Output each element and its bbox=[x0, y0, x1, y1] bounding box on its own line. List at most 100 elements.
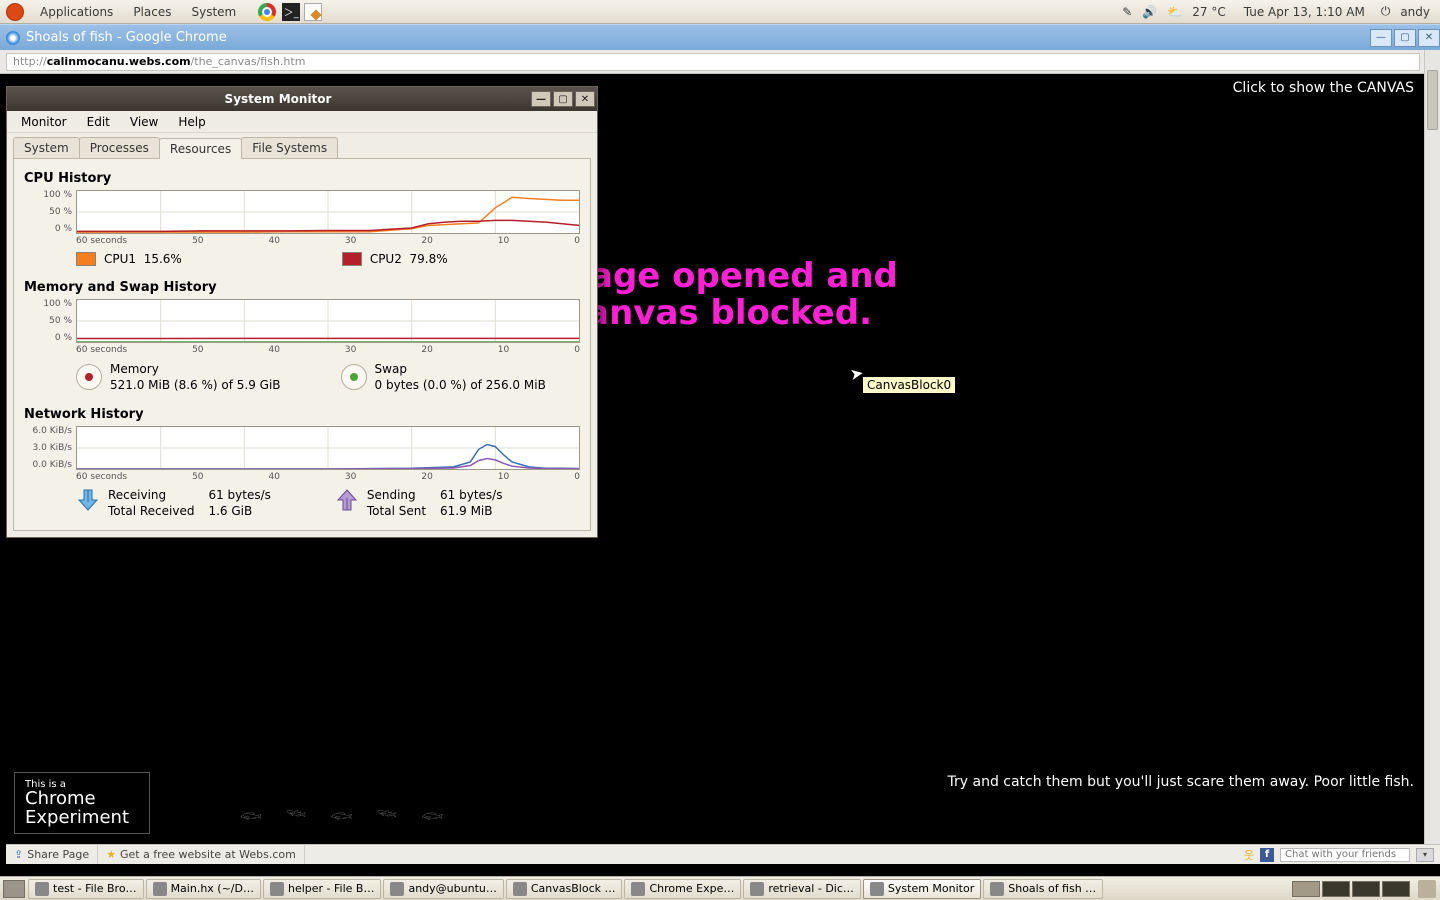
system-monitor-window: System Monitor — ▢ ✕ Monitor Edit View H… bbox=[6, 86, 598, 538]
chat-dropdown-button[interactable]: ▾ bbox=[1416, 848, 1434, 862]
menu-monitor[interactable]: Monitor bbox=[13, 113, 75, 131]
cpu2-swatch bbox=[342, 252, 362, 266]
app-icon bbox=[631, 882, 645, 896]
scrollbar-thumb[interactable] bbox=[1427, 70, 1438, 130]
temperature-label: 27 °C bbox=[1190, 5, 1227, 19]
star-icon: ★ bbox=[106, 848, 116, 861]
ubuntu-logo-icon[interactable] bbox=[6, 3, 24, 21]
gedit-launcher-icon[interactable] bbox=[304, 3, 322, 21]
chrome-experiment-badge[interactable]: This is a Chrome Experiment bbox=[14, 772, 150, 834]
sysmon-menubar: Monitor Edit View Help bbox=[7, 111, 597, 133]
tab-resources[interactable]: Resources bbox=[159, 138, 242, 159]
sysmon-titlebar[interactable]: System Monitor — ▢ ✕ bbox=[7, 87, 597, 111]
user-menu[interactable]: andy bbox=[1398, 5, 1432, 19]
sysmon-tabs: System Processes Resources File Systems bbox=[7, 133, 597, 158]
taskbar-item[interactable]: helper - File B… bbox=[263, 879, 381, 899]
notification-icon[interactable]: ✎ bbox=[1120, 5, 1134, 19]
cpu-history-chart bbox=[76, 190, 580, 234]
window-close-button[interactable]: ✕ bbox=[1418, 29, 1440, 47]
cpu1-label: CPU1 15.6% bbox=[104, 252, 182, 266]
recv-label: Receiving bbox=[108, 488, 208, 504]
app-icon bbox=[750, 882, 764, 896]
tab-filesystems[interactable]: File Systems bbox=[241, 137, 338, 158]
taskbar-item-label: andy@ubuntu… bbox=[408, 882, 496, 895]
workspace-switcher[interactable] bbox=[1292, 881, 1414, 897]
taskbar-item[interactable]: CanvasBlock … bbox=[506, 879, 623, 899]
taskbar-item-label: Main.hx (~/D… bbox=[171, 882, 254, 895]
tab-processes[interactable]: Processes bbox=[79, 137, 160, 158]
upload-arrow-icon bbox=[335, 488, 359, 512]
taskbar-item[interactable]: Shoals of fish … bbox=[983, 879, 1103, 899]
taskbar-item-label: helper - File B… bbox=[288, 882, 374, 895]
trash-icon[interactable] bbox=[1418, 880, 1436, 898]
chrome-window-title: Shoals of fish - Google Chrome bbox=[26, 30, 227, 45]
chat-input[interactable] bbox=[1280, 848, 1410, 862]
taskbar-item[interactable]: Chrome Expe… bbox=[624, 879, 741, 899]
cpu2-label: CPU2 79.8% bbox=[370, 252, 448, 266]
taskbar-item[interactable]: System Monitor bbox=[863, 879, 981, 899]
mem-history-chart bbox=[76, 299, 580, 343]
send-label: Sending bbox=[367, 488, 440, 504]
taskbar-item-label: CanvasBlock … bbox=[531, 882, 616, 895]
volume-icon[interactable]: 🔊 bbox=[1140, 5, 1159, 19]
send-total: 61.9 MiB bbox=[440, 504, 516, 520]
taskbar-item[interactable]: Main.hx (~/D… bbox=[146, 879, 261, 899]
menu-system[interactable]: System bbox=[181, 5, 246, 19]
menu-places[interactable]: Places bbox=[123, 5, 181, 19]
share-page-button[interactable]: ⇪Share Page bbox=[6, 845, 98, 864]
tab-system[interactable]: System bbox=[13, 137, 80, 158]
window-maximize-button[interactable]: ▢ bbox=[1394, 29, 1416, 47]
app-icon bbox=[390, 882, 404, 896]
workspace-3[interactable] bbox=[1352, 881, 1380, 897]
menu-help[interactable]: Help bbox=[170, 113, 213, 131]
badge-line2: Experiment bbox=[25, 809, 139, 828]
app-icon bbox=[270, 882, 284, 896]
workspace-4[interactable] bbox=[1382, 881, 1410, 897]
net-x-axis: 60 seconds50403020100 bbox=[76, 472, 580, 482]
taskbar-item-label: System Monitor bbox=[888, 882, 974, 895]
url-path: /the_canvas/fish.htm bbox=[191, 55, 306, 68]
chat-widget[interactable]: 웃 f ▾ bbox=[1244, 847, 1434, 863]
app-icon bbox=[513, 882, 527, 896]
clock-label[interactable]: Tue Apr 13, 1:10 AM bbox=[1242, 5, 1367, 19]
weather-icon[interactable]: ⛅ bbox=[1165, 5, 1184, 19]
get-website-link[interactable]: ★Get a free website at Webs.com bbox=[98, 845, 305, 864]
page-scrollbar[interactable] bbox=[1424, 50, 1440, 864]
taskbar-item[interactable]: retrieval - Dic… bbox=[743, 879, 861, 899]
show-canvas-link[interactable]: Click to show the CANVAS bbox=[1233, 80, 1414, 96]
canvasblock-tooltip: CanvasBlock0 bbox=[862, 376, 956, 394]
menu-applications[interactable]: Applications bbox=[30, 5, 123, 19]
terminal-launcher-icon[interactable]: ＞_ bbox=[282, 3, 300, 21]
address-bar[interactable]: http://calinmocanu.webs.com/the_canvas/f… bbox=[6, 53, 1420, 71]
mem-history-title: Memory and Swap History bbox=[24, 280, 580, 295]
net-y-axis: 6.0 KiB/s3.0 KiB/s0.0 KiB/s bbox=[24, 426, 76, 470]
sysmon-maximize-button[interactable]: ▢ bbox=[553, 91, 573, 107]
chrome-launcher-icon[interactable] bbox=[258, 3, 276, 21]
taskbar-item[interactable]: andy@ubuntu… bbox=[383, 879, 503, 899]
window-minimize-button[interactable]: — bbox=[1370, 29, 1392, 47]
app-icon bbox=[990, 882, 1004, 896]
taskbar-item-label: Shoals of fish … bbox=[1008, 882, 1096, 895]
url-host: calinmocanu.webs.com bbox=[47, 55, 191, 68]
show-desktop-button[interactable] bbox=[3, 880, 25, 898]
sysmon-close-button[interactable]: ✕ bbox=[575, 91, 595, 107]
net-history-title: Network History bbox=[24, 407, 580, 422]
recv-rate: 61 bytes/s bbox=[208, 488, 284, 504]
gnome-top-panel: Applications Places System ＞_ ✎ 🔊 ⛅ 27 °… bbox=[0, 0, 1440, 24]
sysmon-minimize-button[interactable]: — bbox=[531, 91, 551, 107]
menu-edit[interactable]: Edit bbox=[79, 113, 118, 131]
memory-gauge-icon bbox=[76, 364, 102, 390]
mem-y-axis: 100 %50 %0 % bbox=[24, 299, 76, 343]
cpu1-swatch bbox=[76, 252, 96, 266]
taskbar-item[interactable]: test - File Bro… bbox=[28, 879, 144, 899]
gnome-bottom-panel: test - File Bro… Main.hx (~/D… helper - Fi… bbox=[0, 876, 1440, 900]
sysmon-title-label: System Monitor bbox=[27, 92, 529, 106]
power-icon[interactable]: ⏻ bbox=[1379, 4, 1393, 19]
memory-detail: 521.0 MiB (8.6 %) of 5.9 GiB bbox=[110, 377, 281, 393]
recv-total-label: Total Received bbox=[108, 504, 208, 520]
workspace-1[interactable] bbox=[1292, 881, 1320, 897]
cpu-y-axis: 100 %50 %0 % bbox=[24, 190, 76, 234]
workspace-2[interactable] bbox=[1322, 881, 1350, 897]
menu-view[interactable]: View bbox=[122, 113, 166, 131]
system-tray: ✎ 🔊 ⛅ 27 °C Tue Apr 13, 1:10 AM ⏻ andy bbox=[1120, 4, 1440, 19]
